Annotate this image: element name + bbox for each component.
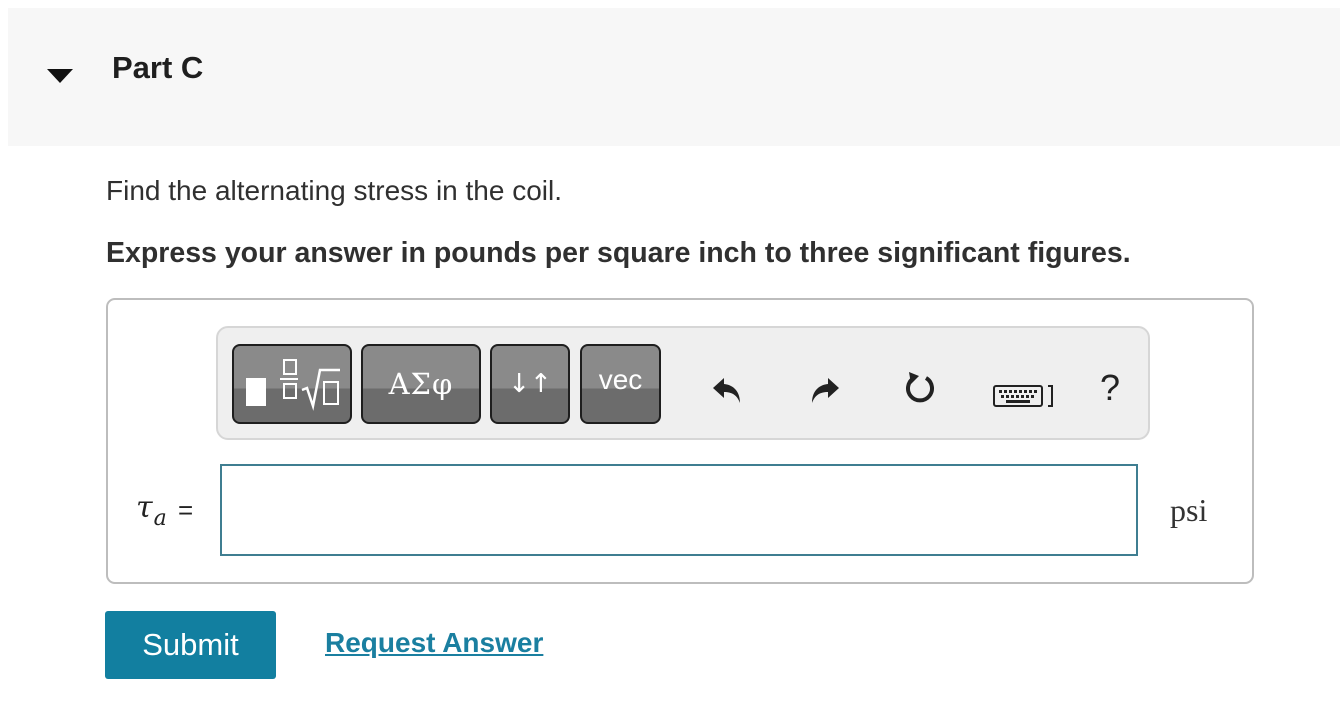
reset-icon[interactable]: [898, 366, 942, 410]
request-answer-link[interactable]: Request Answer: [325, 624, 543, 662]
vector-button[interactable]: vec: [580, 344, 661, 424]
undo-icon[interactable]: [706, 368, 750, 412]
variable-subscript: a: [153, 506, 167, 531]
part-title: Part C: [112, 50, 204, 85]
keyboard-icon[interactable]: [992, 378, 1058, 414]
greek-symbols-button[interactable]: ΑΣφ: [361, 344, 481, 424]
equals-sign: =: [178, 495, 194, 525]
templates-button[interactable]: [232, 344, 352, 424]
answer-box: ΑΣφ ↓↑ vec ? τa = psi: [106, 298, 1254, 584]
part-header: Part C: [8, 8, 1340, 146]
math-toolbar: ΑΣφ ↓↑ vec ?: [216, 326, 1150, 440]
question-prompt: Find the alternating stress in the coil.: [106, 175, 563, 206]
variable-symbol: τ: [136, 490, 153, 525]
arrows-button[interactable]: ↓↑: [490, 344, 570, 424]
submit-button[interactable]: Submit: [105, 611, 276, 679]
help-icon[interactable]: ?: [1090, 366, 1130, 410]
answer-input[interactable]: [220, 464, 1138, 556]
answer-variable-label: τa: [136, 488, 167, 531]
unit-label: psi: [1170, 492, 1208, 528]
question-instruction: Express your answer in pounds per square…: [106, 237, 1131, 269]
redo-icon[interactable]: [802, 368, 846, 412]
fraction-radical-template-icon: [240, 356, 344, 412]
caret-down-icon[interactable]: [40, 56, 80, 96]
